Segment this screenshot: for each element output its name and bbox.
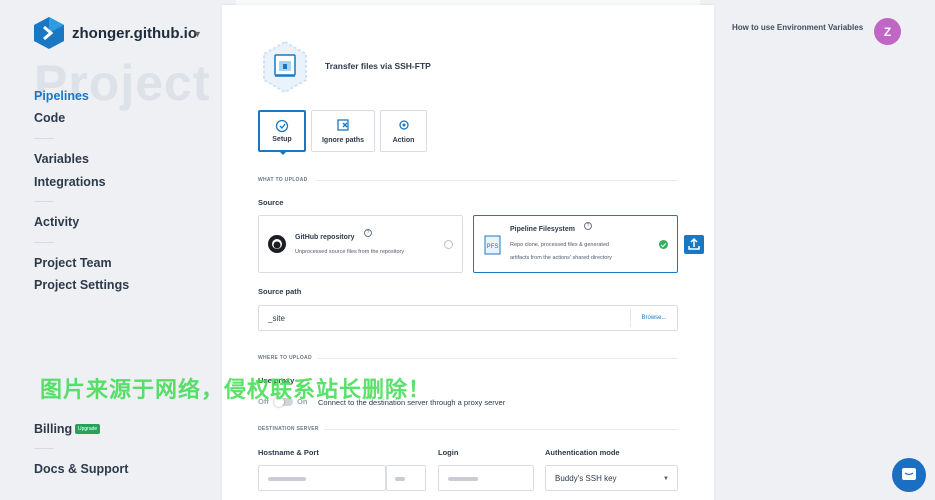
browse-button[interactable]: Browse... [630,309,677,327]
page-watermark-title: Project [34,55,211,111]
source-option-desc: artifacts from the actions' shared direc… [510,255,612,261]
upload-icon[interactable] [684,235,704,254]
sftp-action-icon [263,40,307,94]
redacted-value [268,477,306,481]
source-option-pipeline-filesystem[interactable]: PFS Pipeline Filesystem ? Repo clone, pr… [473,215,678,273]
auth-mode-label: Authentication mode [545,448,620,457]
source-option-title: Pipeline Filesystem [510,226,575,233]
sidebar-item-integrations[interactable]: Integrations [34,175,106,189]
org-switcher[interactable]: zhonger.github.io [34,17,197,49]
chevron-down-icon[interactable]: ▼ [663,476,669,482]
sidebar-divider [34,448,54,449]
gear-icon [398,120,409,130]
pfs-icon: PFS [484,235,501,255]
section-what-to-upload: WHAT TO UPLOAD [258,177,308,183]
sidebar-item-project-team[interactable]: Project Team [34,256,112,270]
hostname-port-label: Hostname & Port [258,448,319,457]
tab-label: Action [392,137,415,144]
sidebar-item-activity[interactable]: Activity [34,215,79,229]
tab-setup[interactable]: Setup [258,110,306,152]
tab-action[interactable]: Action [380,110,427,152]
help-link-env-variables[interactable]: How to use Environment Variables [732,23,863,32]
tab-label: Setup [272,136,292,143]
redacted-value [395,477,405,481]
chevron-down-icon[interactable]: ▼ [193,29,202,39]
hostname-input[interactable] [258,465,386,491]
source-path-value: _site [268,313,285,323]
avatar[interactable]: Z [874,18,901,45]
source-path-label: Source path [258,287,302,296]
sidebar-item-variables[interactable]: Variables [34,152,89,166]
pfs-icon-text: PFS [487,244,499,250]
source-option-desc: Unprocessed source files from the reposi… [295,249,405,255]
sidebar-divider [34,242,54,243]
sidebar-item-billing[interactable]: Billing [34,422,72,436]
login-input[interactable] [438,465,534,491]
section-where-to-upload: WHERE TO UPLOAD [258,355,312,361]
auth-mode-select[interactable]: Buddy's SSH key [545,465,678,491]
chat-icon[interactable] [892,458,926,492]
buddy-logo-icon [34,17,64,49]
redacted-value [448,477,478,481]
source-option-desc: Repo clone, processed files & generated [510,242,610,248]
source-radio-pfs[interactable] [659,240,668,249]
port-input[interactable] [386,465,426,491]
section-destination-server: DESTINATION SERVER [258,426,319,432]
tab-ignore-paths[interactable]: Ignore paths [311,110,375,152]
auth-mode-value: Buddy's SSH key [555,473,617,483]
ignore-paths-icon [337,119,349,131]
action-title: Transfer files via SSH-FTP [325,61,431,71]
tab-label: Ignore paths [321,137,364,144]
source-option-title: GitHub repository [295,234,355,241]
source-path-input[interactable]: _site [258,305,678,331]
section-divider [316,180,678,181]
github-icon [268,235,286,253]
section-divider [318,358,678,359]
source-label: Source [258,198,284,207]
sidebar-divider [34,138,54,139]
help-icon[interactable]: ? [584,222,592,230]
sidebar-item-project-settings[interactable]: Project Settings [34,278,129,292]
active-tab-indicator [279,151,287,155]
source-option-github[interactable]: GitHub repository ? Unprocessed source f… [258,215,463,273]
source-radio-github[interactable] [444,240,453,249]
setup-icon [275,119,289,133]
sidebar-item-pipelines[interactable]: Pipelines [34,89,89,103]
help-icon[interactable]: ? [364,229,372,237]
sidebar-item-docs-support[interactable]: Docs & Support [34,462,128,476]
upgrade-badge[interactable]: Upgrade [75,424,101,434]
sidebar-divider [34,201,54,202]
section-divider [324,429,678,430]
login-label: Login [438,448,459,457]
overlay-watermark-text: 图片来源于网络，侵权联系站长删除！ [40,377,432,402]
sidebar-item-code[interactable]: Code [34,111,65,125]
org-name: zhonger.github.io [72,24,197,42]
